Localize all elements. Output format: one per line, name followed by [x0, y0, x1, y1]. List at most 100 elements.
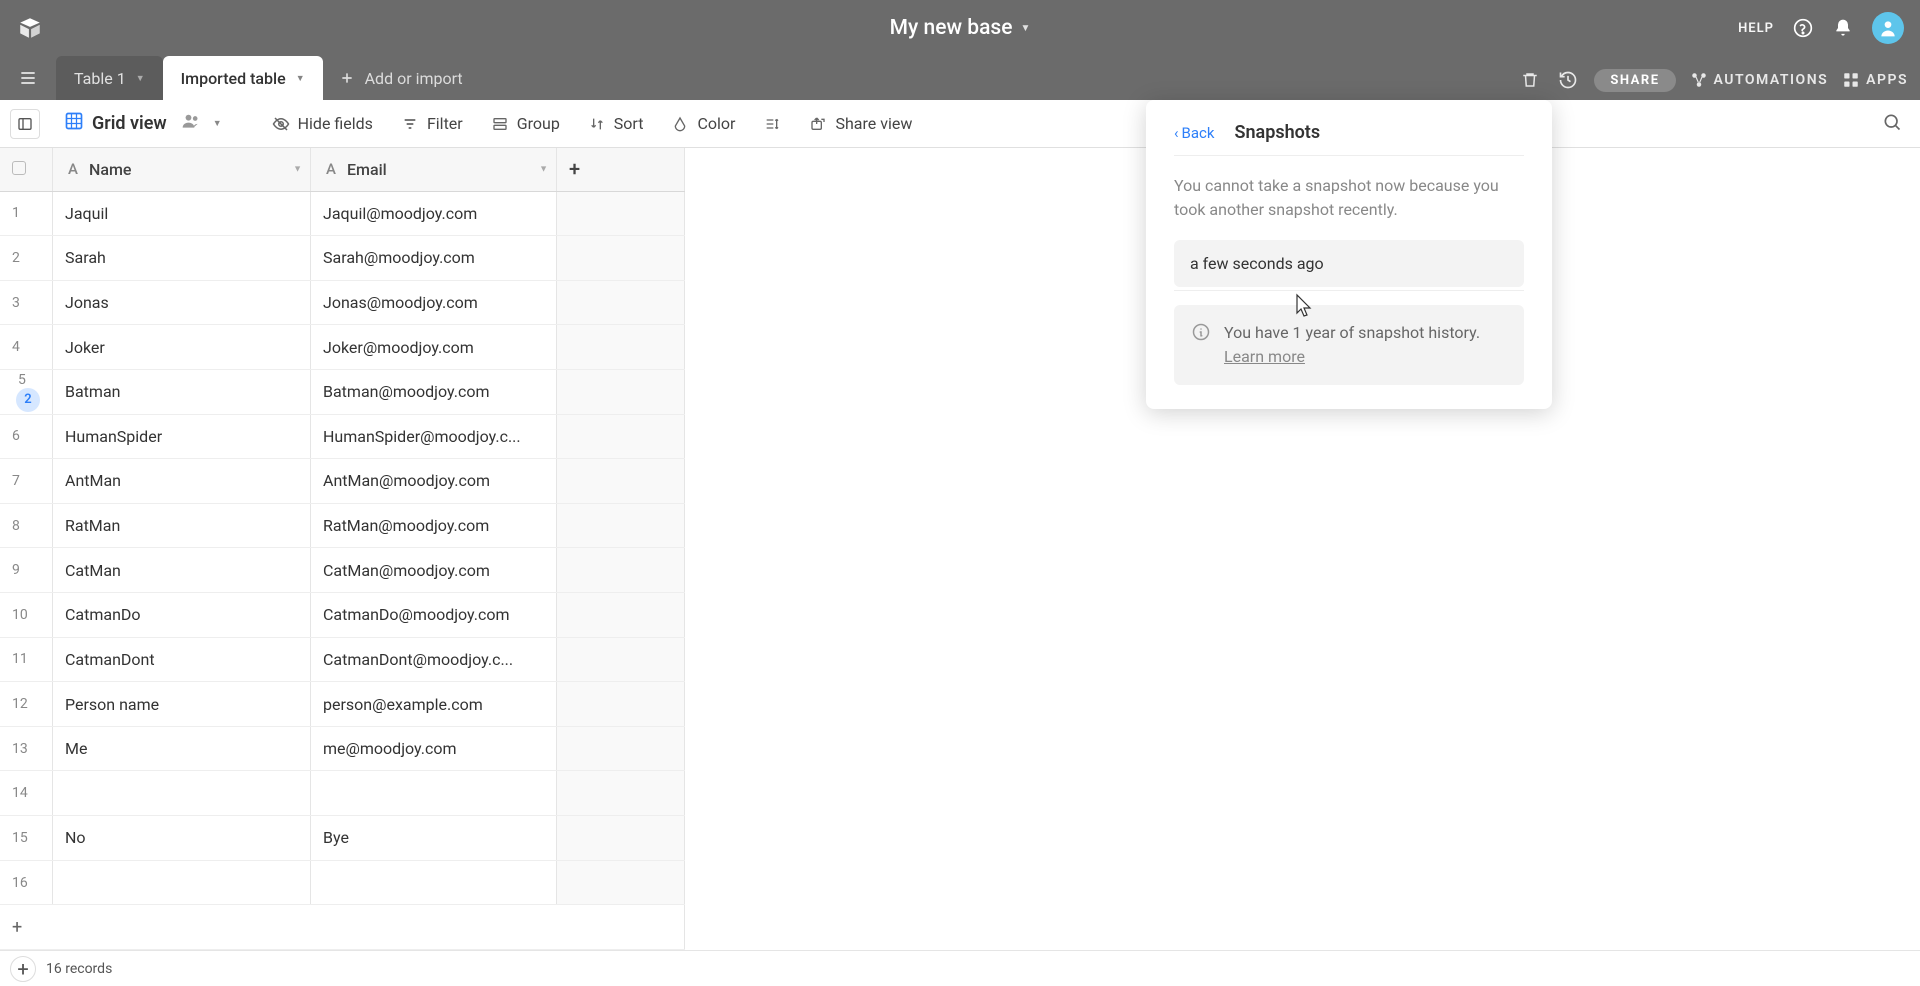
empty-cell[interactable]	[557, 414, 685, 459]
table-row[interactable]: 16	[0, 860, 685, 905]
empty-cell[interactable]	[557, 191, 685, 236]
caret-down-icon[interactable]: ▼	[293, 164, 302, 175]
row-number[interactable]: 11	[0, 637, 53, 682]
help-icon[interactable]	[1792, 17, 1814, 39]
table-row[interactable]: 3JonasJonas@moodjoy.com	[0, 280, 685, 325]
user-avatar[interactable]	[1872, 12, 1904, 44]
color-button[interactable]: Color	[659, 108, 747, 139]
empty-cell[interactable]	[557, 816, 685, 861]
row-number[interactable]: 16	[0, 860, 53, 905]
filter-button[interactable]: Filter	[389, 108, 475, 139]
cell-name[interactable]: HumanSpider	[53, 414, 311, 459]
add-row-button[interactable]: +	[0, 905, 685, 950]
row-number[interactable]: 9	[0, 548, 53, 593]
empty-cell[interactable]	[557, 637, 685, 682]
share-button[interactable]: SHARE	[1594, 69, 1675, 92]
cell-email[interactable]: Sarah@moodjoy.com	[311, 236, 557, 281]
cell-email[interactable]: person@example.com	[311, 682, 557, 727]
table-row[interactable]: 14	[0, 771, 685, 816]
table-row[interactable]: 9CatManCatMan@moodjoy.com	[0, 548, 685, 593]
table-row[interactable]: 15NoBye	[0, 816, 685, 861]
add-record-button[interactable]: +	[10, 956, 36, 982]
row-number[interactable]: 12	[0, 682, 53, 727]
menu-icon[interactable]	[12, 62, 44, 94]
tab-imported-table[interactable]: Imported table ▼	[163, 56, 323, 100]
sidebar-toggle-button[interactable]	[10, 109, 40, 139]
cell-email[interactable]: AntMan@moodjoy.com	[311, 459, 557, 504]
cell-name[interactable]: Batman	[53, 369, 311, 414]
cell-name[interactable]: Person name	[53, 682, 311, 727]
cell-name[interactable]: Jonas	[53, 280, 311, 325]
add-table-button[interactable]: Add or import	[323, 56, 479, 100]
table-row[interactable]: 7AntManAntMan@moodjoy.com	[0, 459, 685, 504]
notification-bell-icon[interactable]	[1832, 17, 1854, 39]
cell-name[interactable]: CatmanDo	[53, 592, 311, 637]
table-row[interactable]: 11CatmanDontCatmanDont@moodjoy.c...	[0, 637, 685, 682]
row-number[interactable]: 3	[0, 280, 53, 325]
empty-cell[interactable]	[557, 592, 685, 637]
row-number[interactable]: 4	[0, 325, 53, 370]
table-row[interactable]: 1JaquilJaquil@moodjoy.com	[0, 191, 685, 236]
cell-name[interactable]: CatMan	[53, 548, 311, 593]
cell-email[interactable]: CatMan@moodjoy.com	[311, 548, 557, 593]
history-icon[interactable]	[1556, 68, 1580, 92]
cell-name[interactable]	[53, 860, 311, 905]
table-row[interactable]: 6HumanSpiderHumanSpider@moodjoy.c...	[0, 414, 685, 459]
app-logo-icon[interactable]	[16, 14, 44, 42]
cell-name[interactable]: AntMan	[53, 459, 311, 504]
empty-cell[interactable]	[557, 459, 685, 504]
cell-name[interactable]: Jaquil	[53, 191, 311, 236]
snapshot-item[interactable]: a few seconds ago	[1174, 240, 1524, 287]
cell-email[interactable]: Joker@moodjoy.com	[311, 325, 557, 370]
group-button[interactable]: Group	[479, 108, 572, 139]
empty-cell[interactable]	[557, 771, 685, 816]
row-number[interactable]: 1	[0, 191, 53, 236]
apps-link[interactable]: APPS	[1842, 71, 1908, 89]
empty-cell[interactable]	[557, 503, 685, 548]
automations-link[interactable]: AUTOMATIONS	[1690, 71, 1829, 89]
cell-email[interactable]: CatmanDont@moodjoy.c...	[311, 637, 557, 682]
row-number[interactable]: 14	[0, 771, 53, 816]
cell-email[interactable]	[311, 771, 557, 816]
cell-name[interactable]: Joker	[53, 325, 311, 370]
empty-cell[interactable]	[557, 860, 685, 905]
add-column-button[interactable]: +	[557, 148, 685, 191]
row-number[interactable]: 10	[0, 592, 53, 637]
empty-cell[interactable]	[557, 548, 685, 593]
table-row[interactable]: 12Person nameperson@example.com	[0, 682, 685, 727]
row-number[interactable]: 8	[0, 503, 53, 548]
cell-email[interactable]: RatMan@moodjoy.com	[311, 503, 557, 548]
cell-email[interactable]: CatmanDo@moodjoy.com	[311, 592, 557, 637]
trash-icon[interactable]	[1518, 68, 1542, 92]
row-number[interactable]: 2	[0, 236, 53, 281]
tab-table-1[interactable]: Table 1 ▼	[56, 56, 163, 100]
row-number[interactable]: 7	[0, 459, 53, 504]
table-row[interactable]: 52BatmanBatman@moodjoy.com	[0, 369, 685, 414]
sort-button[interactable]: Sort	[576, 108, 656, 139]
cell-name[interactable]: RatMan	[53, 503, 311, 548]
empty-cell[interactable]	[557, 236, 685, 281]
empty-cell[interactable]	[557, 280, 685, 325]
cell-name[interactable]: Sarah	[53, 236, 311, 281]
empty-cell[interactable]	[557, 369, 685, 414]
share-view-button[interactable]: Share view	[797, 108, 924, 139]
column-header-email[interactable]: AEmail ▼	[311, 148, 557, 191]
comment-badge[interactable]: 2	[16, 388, 40, 412]
row-number[interactable]: 6	[0, 414, 53, 459]
view-selector[interactable]: Grid view ▼	[56, 111, 230, 136]
cell-email[interactable]	[311, 860, 557, 905]
cell-name[interactable]	[53, 771, 311, 816]
row-number[interactable]: 13	[0, 726, 53, 771]
base-name-dropdown[interactable]: My new base ▼	[890, 16, 1031, 40]
cell-name[interactable]: Me	[53, 726, 311, 771]
cell-email[interactable]: me@moodjoy.com	[311, 726, 557, 771]
cell-email[interactable]: Bye	[311, 816, 557, 861]
select-all-header[interactable]	[0, 148, 53, 191]
search-icon[interactable]	[1882, 112, 1902, 136]
cell-email[interactable]: Jonas@moodjoy.com	[311, 280, 557, 325]
table-row[interactable]: 2SarahSarah@moodjoy.com	[0, 236, 685, 281]
table-row[interactable]: 8RatManRatMan@moodjoy.com	[0, 503, 685, 548]
row-number[interactable]: 15	[0, 816, 53, 861]
table-row[interactable]: 13Meme@moodjoy.com	[0, 726, 685, 771]
row-height-button[interactable]	[751, 109, 793, 139]
